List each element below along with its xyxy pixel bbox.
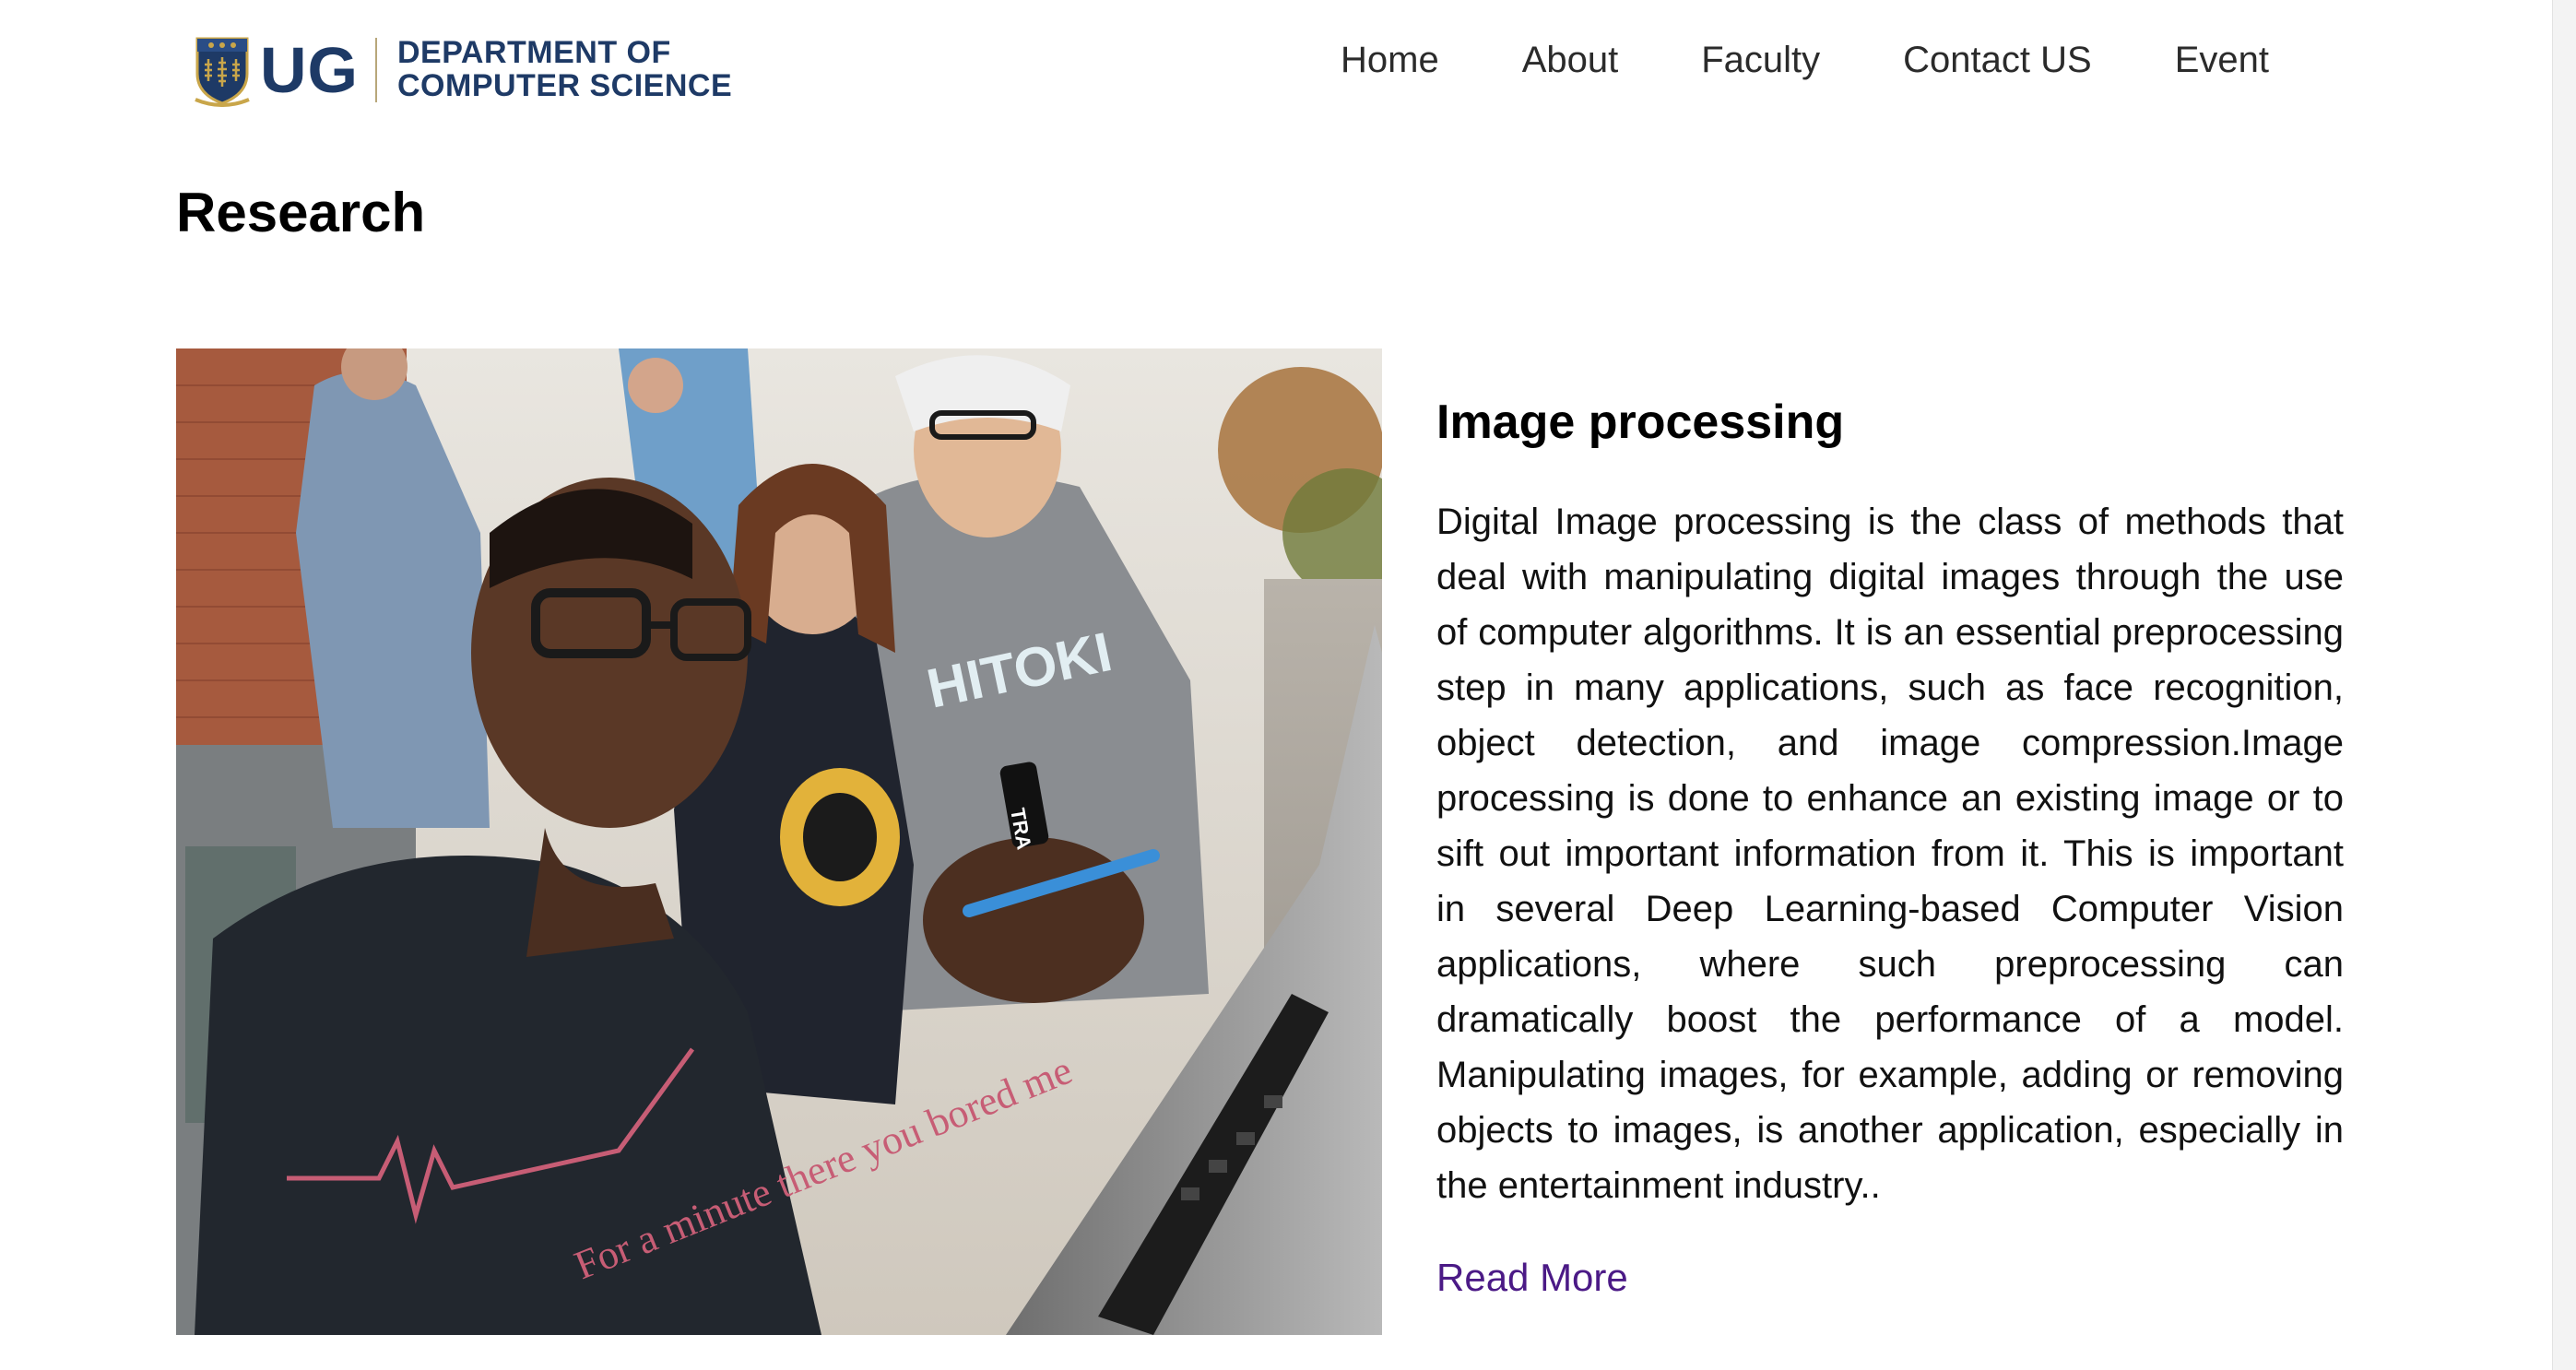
department-name: DEPARTMENT OF COMPUTER SCIENCE xyxy=(397,37,732,102)
logo-divider xyxy=(375,38,377,102)
nav-faculty[interactable]: Faculty xyxy=(1701,35,1820,85)
students-at-laptop-image: HITOKI For a minute there you bored me T… xyxy=(176,348,1382,1335)
nav-contact-us[interactable]: Contact US xyxy=(1903,35,2092,85)
nav-event[interactable]: Event xyxy=(2175,35,2269,85)
research-card-body: Digital Image processing is the class of… xyxy=(1436,502,2344,1206)
research-card-title: Image processing xyxy=(1436,396,1845,449)
nav-home[interactable]: Home xyxy=(1341,35,1439,85)
scrollbar[interactable] xyxy=(2552,0,2576,1370)
department-name-line2: COMPUTER SCIENCE xyxy=(397,68,733,103)
nav-about[interactable]: About xyxy=(1522,35,1619,85)
logo-wordmark: UG xyxy=(260,34,359,106)
research-photo: HITOKI For a minute there you bored me T… xyxy=(176,348,1382,1335)
read-more-link[interactable]: Read More xyxy=(1436,1252,1628,1304)
department-name-line1: DEPARTMENT OF xyxy=(397,35,671,71)
site-header: UG DEPARTMENT OF COMPUTER SCIENCE Home A… xyxy=(0,0,2545,120)
page-title: Research xyxy=(176,182,426,243)
site-logo[interactable]: UG DEPARTMENT OF COMPUTER SCIENCE xyxy=(194,31,732,109)
main-nav: Home About Faculty Contact US Event xyxy=(1341,35,2269,85)
university-crest-icon xyxy=(195,37,250,107)
